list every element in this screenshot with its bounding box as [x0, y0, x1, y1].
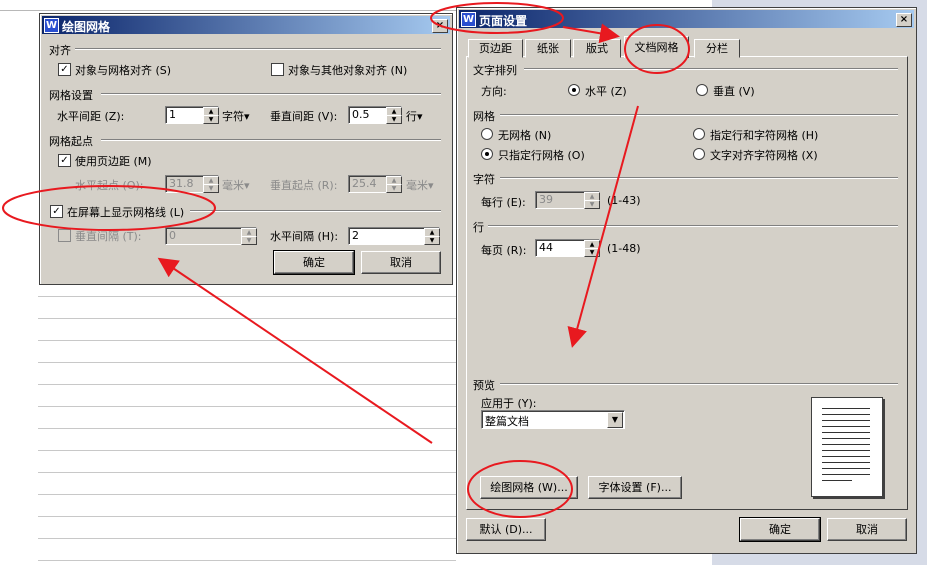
spin-down-icon[interactable]: ▼ — [584, 200, 600, 209]
snap-chars-radio[interactable] — [693, 148, 705, 160]
text-direction-section-label: 文字排列 — [473, 64, 517, 77]
grid-section-label: 网格 — [473, 110, 495, 123]
use-margins-checkbox[interactable]: ✓ — [58, 154, 71, 167]
page-setup-titlebar[interactable]: W 页面设置 × — [459, 10, 914, 28]
tab-columns[interactable]: 分栏 — [694, 39, 740, 58]
chevron-down-icon[interactable]: ▼ — [607, 412, 623, 428]
show-gridlines-checkbox[interactable]: ✓ — [50, 205, 63, 218]
page-setup-title: 页面设置 — [479, 14, 528, 28]
lines-only-label: 只指定行网格 (O) — [498, 149, 585, 162]
origin-section-label: 网格起点 — [49, 135, 93, 148]
h-interval-label: 水平间隔 (H): — [270, 230, 339, 243]
wps-writer-icon: W — [44, 18, 59, 33]
apply-to-label: 应用于 (Y): — [481, 397, 537, 410]
per-line-range: (1-43) — [607, 194, 641, 207]
tab-paper[interactable]: 纸张 — [525, 39, 571, 58]
grid-cancel-button[interactable]: 取消 — [361, 251, 441, 274]
lines-only-radio[interactable] — [481, 148, 493, 160]
grid-dialog-titlebar[interactable]: W 绘图网格 × — [42, 16, 450, 34]
preview-section-label: 预览 — [473, 379, 495, 392]
spin-down-icon[interactable]: ▼ — [386, 115, 402, 124]
v-origin-stepper[interactable]: 25.4 ▲ ▼ — [348, 175, 402, 193]
use-margins-label: 使用页边距 (M) — [75, 155, 152, 168]
h-origin-stepper[interactable]: 31.8 ▲ ▼ — [165, 175, 219, 193]
snap-to-grid-label: 对象与网格对齐 (S) — [75, 64, 172, 77]
snap-to-objects-checkbox[interactable] — [271, 63, 284, 76]
per-line-stepper[interactable]: 39 ▲ ▼ — [535, 191, 600, 209]
page-preview-thumbnail — [811, 397, 883, 497]
lines-and-chars-radio[interactable] — [693, 128, 705, 140]
horizontal-radio[interactable] — [568, 84, 580, 96]
grid-ok-button[interactable]: 确定 — [273, 250, 355, 275]
lines-section-label: 行 — [473, 221, 484, 234]
grid-dialog-close-button[interactable]: × — [432, 19, 448, 33]
vertical-label: 垂直 (V) — [713, 85, 755, 98]
per-page-stepper[interactable]: 44 ▲ ▼ — [535, 239, 600, 257]
v-interval-stepper[interactable]: 0 ▲ ▼ — [165, 227, 257, 245]
no-grid-radio[interactable] — [481, 128, 493, 140]
horizontal-label: 水平 (Z) — [585, 85, 627, 98]
spin-down-icon[interactable]: ▼ — [386, 184, 402, 193]
snap-chars-label: 文字对齐字符网格 (X) — [710, 149, 818, 162]
v-interval-checkbox[interactable] — [58, 229, 71, 242]
per-page-label: 每页 (R): — [481, 244, 527, 257]
v-origin-unit-dropdown[interactable]: 毫米▾ — [406, 177, 434, 193]
page-setup-close-button[interactable]: × — [896, 13, 912, 27]
h-spacing-stepper[interactable]: 1 ▲ ▼ — [165, 106, 219, 124]
apply-to-select[interactable]: 整篇文档 ▼ — [481, 410, 625, 429]
v-origin-label: 垂直起点 (R): — [270, 179, 338, 192]
tab-margins[interactable]: 页边距 — [468, 39, 523, 58]
v-interval-label: 垂直间隔 (T): — [75, 230, 142, 243]
per-line-label: 每行 (E): — [481, 196, 526, 209]
grid-dialog-title: 绘图网格 — [62, 20, 111, 34]
h-interval-stepper[interactable]: 2 ▲ ▼ — [348, 227, 440, 245]
vertical-radio[interactable] — [696, 84, 708, 96]
snap-to-grid-checkbox[interactable]: ✓ — [58, 63, 71, 76]
v-spacing-stepper[interactable]: 0.5 ▲ ▼ — [348, 106, 402, 124]
tab-document-grid[interactable]: 文档网格 — [624, 36, 689, 58]
font-settings-button[interactable]: 字体设置 (F)... — [588, 476, 682, 499]
snap-to-objects-label: 对象与其他对象对齐 (N) — [288, 64, 408, 77]
v-spacing-label: 垂直间距 (V): — [270, 110, 338, 123]
lines-and-chars-label: 指定行和字符网格 (H) — [710, 129, 819, 142]
spin-down-icon[interactable]: ▼ — [584, 248, 600, 257]
spin-down-icon[interactable]: ▼ — [424, 236, 440, 245]
h-spacing-unit-dropdown[interactable]: 字符▾ — [222, 108, 250, 124]
spin-down-icon[interactable]: ▼ — [241, 236, 257, 245]
spin-down-icon[interactable]: ▼ — [203, 184, 219, 193]
drawing-grid-button[interactable]: 绘图网格 (W)... — [480, 476, 578, 499]
chars-section-label: 字符 — [473, 173, 495, 186]
direction-label: 方向: — [481, 85, 507, 98]
arrow-button-to-gridlines — [157, 257, 433, 444]
grid-settings-section-label: 网格设置 — [49, 89, 93, 102]
h-spacing-label: 水平间距 (Z): — [57, 110, 125, 123]
page-ok-button[interactable]: 确定 — [739, 517, 821, 542]
per-page-range: (1-48) — [607, 242, 641, 255]
page-cancel-button[interactable]: 取消 — [827, 518, 907, 541]
tab-layout[interactable]: 版式 — [573, 39, 621, 58]
h-origin-unit-dropdown[interactable]: 毫米▾ — [222, 177, 250, 193]
default-button[interactable]: 默认 (D)... — [466, 518, 546, 541]
align-section-label: 对齐 — [49, 44, 71, 57]
spin-down-icon[interactable]: ▼ — [203, 115, 219, 124]
show-gridlines-label: 在屏幕上显示网格线 (L) — [67, 206, 185, 219]
v-spacing-unit-dropdown[interactable]: 行▾ — [406, 108, 423, 124]
no-grid-label: 无网格 (N) — [498, 129, 552, 142]
h-origin-label: 水平起点 (O): — [75, 179, 144, 192]
wps-writer-icon: W — [461, 12, 476, 27]
